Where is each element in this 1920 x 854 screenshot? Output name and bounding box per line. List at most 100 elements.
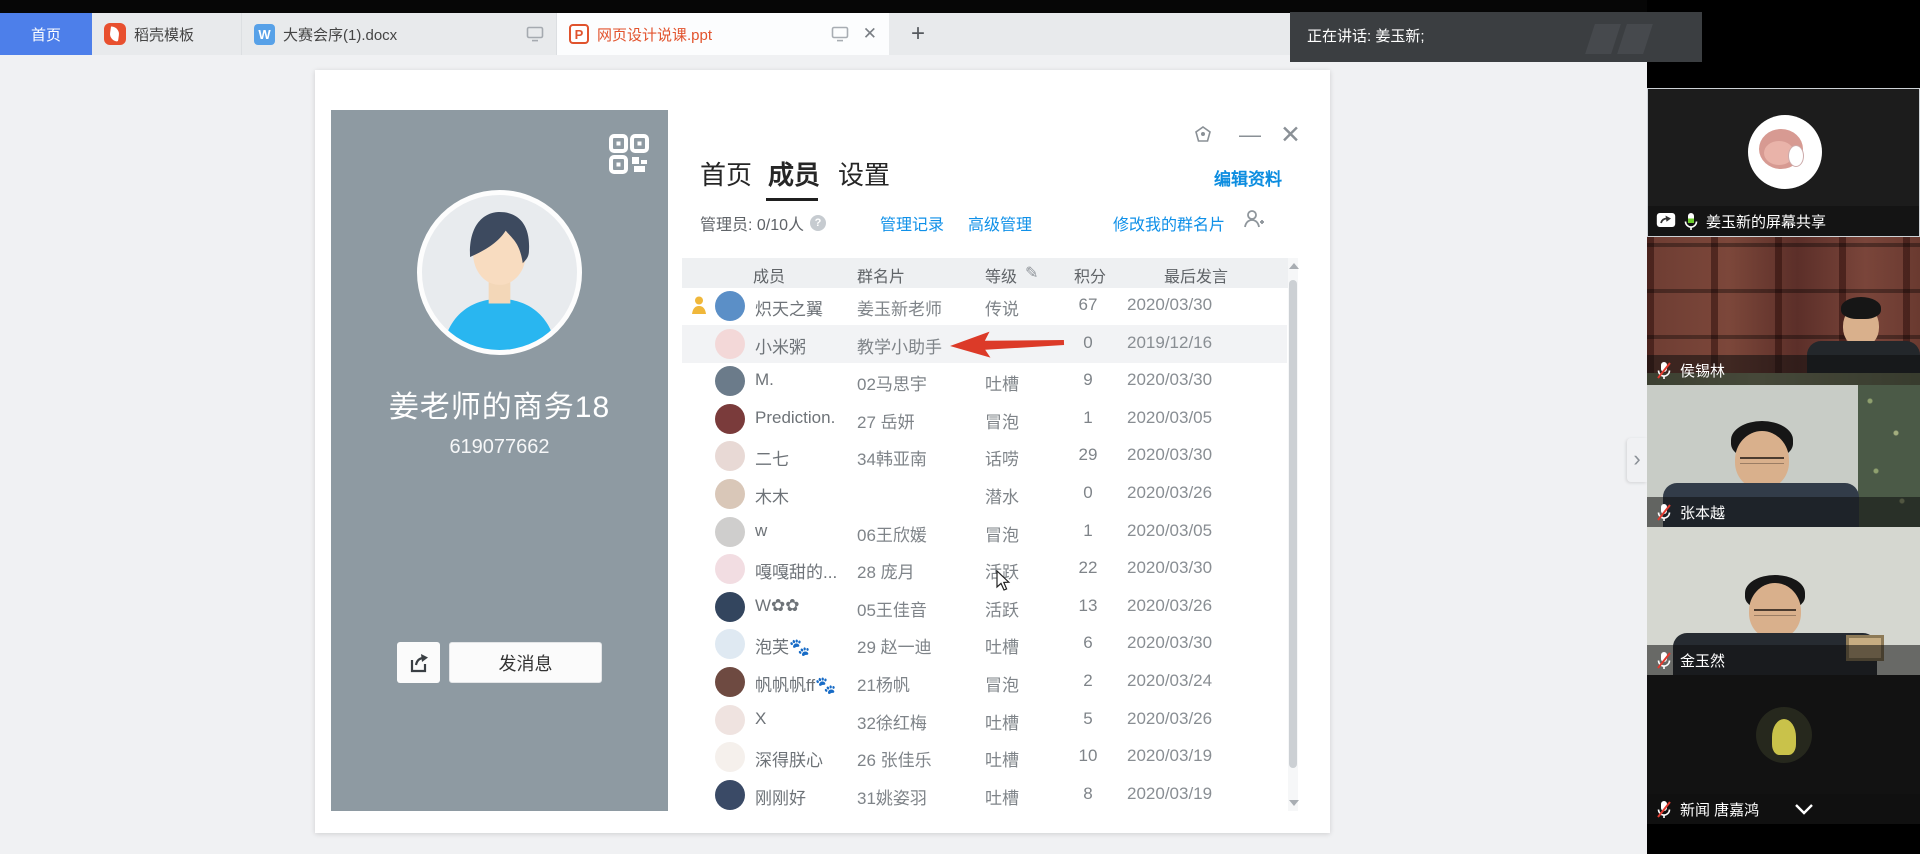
member-points: 67 <box>1067 295 1109 315</box>
scroll-down-icon[interactable] <box>1289 800 1299 806</box>
col-level: 等级 <box>985 263 1017 287</box>
member-points: 0 <box>1067 333 1109 353</box>
watermark-logo <box>1617 24 1653 54</box>
table-row[interactable]: 二七 34韩亚南 话唠 29 2020/03/30 <box>682 437 1287 475</box>
participant-tile[interactable]: 侯锡林 <box>1647 237 1920 385</box>
member-points: 6 <box>1067 633 1109 653</box>
table-row[interactable]: X 32徐红梅 吐槽 5 2020/03/26 <box>682 701 1287 739</box>
tab-ppt-active[interactable]: P 网页设计说课.ppt ✕ <box>557 13 889 55</box>
member-card-name: 姜玉新老师 <box>857 295 979 320</box>
col-lastpost: 最后发言 <box>1164 263 1228 287</box>
participant-label: 张本越 <box>1647 497 1920 527</box>
video-face <box>1754 609 1796 616</box>
watermark-logo <box>1585 24 1621 54</box>
member-name: 炽天之翼 <box>755 295 855 320</box>
member-points: 29 <box>1067 445 1109 465</box>
admin-records-link[interactable]: 管理记录 <box>880 211 944 235</box>
tab-label: 大赛会序(1).docx <box>283 24 397 45</box>
share-button[interactable] <box>397 642 440 683</box>
member-level: 吐槽 <box>985 370 1055 395</box>
member-avatar <box>715 592 745 622</box>
member-avatar <box>715 404 745 434</box>
member-name: 木木 <box>755 483 855 508</box>
speaking-banner: 正在讲话: 姜玉新; <box>1290 12 1702 62</box>
member-avatar <box>715 479 745 509</box>
member-last-post: 2020/03/30 <box>1127 558 1247 578</box>
member-card-name: 05王佳音 <box>857 596 979 621</box>
table-row[interactable]: W✿✿ 05王佳音 活跃 13 2020/03/26 <box>682 588 1287 626</box>
panel-tab-home[interactable]: 首页 <box>700 155 752 192</box>
table-row[interactable]: 深得朕心 26 张佳乐 吐槽 10 2020/03/19 <box>682 738 1287 776</box>
participant-tile[interactable]: 金玉然 <box>1647 527 1920 675</box>
participant-label: 金玉然 <box>1647 645 1920 675</box>
minimize-icon[interactable]: — <box>1239 122 1261 148</box>
sidebar-expand-handle[interactable]: › <box>1627 438 1647 482</box>
close-icon[interactable]: ✕ <box>1280 120 1301 150</box>
table-row[interactable]: 木木 潜水 0 2020/03/26 <box>682 475 1287 513</box>
participant-tile-screenshare[interactable]: 姜玉新的屏幕共享 <box>1647 88 1920 237</box>
member-avatar <box>715 667 745 697</box>
edit-profile-link[interactable]: 编辑资料 <box>1214 165 1282 190</box>
member-avatar <box>715 517 745 547</box>
member-level: 传说 <box>985 295 1055 320</box>
writer-w-icon: W <box>254 24 275 45</box>
table-row[interactable]: M. 02马思宇 吐槽 9 2020/03/30 <box>682 362 1287 400</box>
qr-code-icon[interactable] <box>608 133 650 175</box>
member-level: 冒泡 <box>985 671 1055 696</box>
appearance-icon[interactable] <box>1193 125 1213 145</box>
participant-avatar <box>1756 707 1812 763</box>
group-owner-icon <box>691 295 707 315</box>
tab-home[interactable]: 首页 <box>0 13 92 55</box>
tab-docx-document[interactable]: W 大赛会序(1).docx <box>242 13 557 55</box>
group-name: 姜老师的商务18 <box>331 382 668 426</box>
member-level: 冒泡 <box>985 408 1055 433</box>
member-name: 深得朕心 <box>755 746 855 771</box>
col-points: 积分 <box>1074 263 1106 287</box>
participant-tile[interactable]: 新闻 唐嘉鸿 <box>1647 675 1920 824</box>
member-avatar <box>715 705 745 735</box>
member-last-post: 2020/03/19 <box>1127 746 1247 766</box>
member-card-name: 32徐红梅 <box>857 709 979 734</box>
table-row[interactable]: 小米粥 教学小助手 0 2019/12/16 <box>682 325 1287 363</box>
table-row[interactable]: 刚刚好 31姚姿羽 吐槽 8 2020/03/19 <box>682 776 1287 811</box>
member-card-name: 06王欣媛 <box>857 521 979 546</box>
member-points: 9 <box>1067 370 1109 390</box>
send-message-button[interactable]: 发消息 <box>449 642 602 683</box>
member-name: Prediction. <box>755 408 855 428</box>
screen: 首页 稻壳模板 W 大赛会序(1).docx P 网页设计说课.ppt ✕ + … <box>0 0 1920 854</box>
member-last-post: 2020/03/24 <box>1127 671 1247 691</box>
member-level: 吐槽 <box>985 784 1055 809</box>
member-level: 活跃 <box>985 596 1055 621</box>
table-row[interactable]: w 06王欣媛 冒泡 1 2020/03/05 <box>682 513 1287 551</box>
person-add-icon[interactable] <box>1243 209 1265 229</box>
table-row[interactable]: 泡芙🐾 29 赵一迪 吐槽 6 2020/03/30 <box>682 625 1287 663</box>
participant-tile[interactable]: 张本越 <box>1647 385 1920 527</box>
close-tab-icon[interactable]: ✕ <box>857 24 877 44</box>
member-name: 泡芙🐾 <box>755 633 855 658</box>
chevron-down-icon[interactable] <box>1794 803 1814 815</box>
admin-count: 管理员: 0/10人 ? <box>700 211 826 235</box>
participant-label: 新闻 唐嘉鸿 <box>1647 794 1920 824</box>
edit-level-pencil-icon[interactable]: ✎ <box>1025 263 1038 283</box>
member-name: W✿✿ <box>755 596 855 616</box>
panel-tab-settings[interactable]: 设置 <box>838 155 890 192</box>
member-avatar <box>715 554 745 584</box>
participant-name: 姜玉新的屏幕共享 <box>1706 211 1826 232</box>
member-avatar <box>715 441 745 471</box>
edit-my-card-link[interactable]: 修改我的群名片 <box>1113 211 1225 235</box>
scroll-up-icon[interactable] <box>1289 263 1299 269</box>
panel-tab-members[interactable]: 成员 <box>768 155 820 192</box>
member-avatar <box>715 366 745 396</box>
table-row[interactable]: 炽天之翼 姜玉新老师 传说 67 2020/03/30 <box>682 287 1287 325</box>
avatar-art <box>1772 719 1796 755</box>
table-row[interactable]: 帆帆帆ff🐾 21杨帆 冒泡 2 2020/03/24 <box>682 663 1287 701</box>
new-tab-button[interactable]: + <box>895 13 941 55</box>
mic-on-icon <box>1683 212 1699 231</box>
help-icon[interactable]: ? <box>810 215 826 231</box>
member-points: 1 <box>1067 521 1109 541</box>
scrollbar-thumb[interactable] <box>1289 280 1297 768</box>
tab-docer-templates[interactable]: 稻壳模板 <box>92 13 242 55</box>
table-row[interactable]: 嘎嘎甜的... 28 庞月 活跃 22 2020/03/30 <box>682 550 1287 588</box>
advanced-manage-link[interactable]: 高级管理 <box>968 211 1032 235</box>
table-row[interactable]: Prediction. 27 岳妍 冒泡 1 2020/03/05 <box>682 400 1287 438</box>
